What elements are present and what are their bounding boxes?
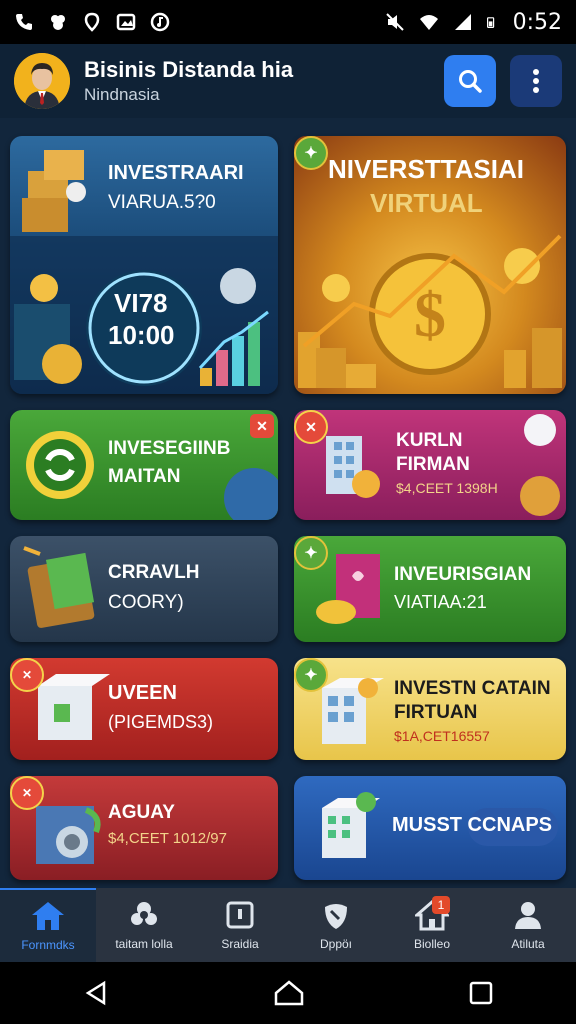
recents-icon[interactable] xyxy=(468,980,494,1006)
nav-item-atiluta[interactable]: Atiluta xyxy=(480,888,576,962)
app-subtitle: Nindnasia xyxy=(84,85,160,104)
home-nav-icon[interactable] xyxy=(274,979,304,1007)
nav-notification-badge: 1 xyxy=(432,896,450,914)
cycle-coin-icon xyxy=(26,431,278,520)
avatar-portrait-icon xyxy=(14,53,70,109)
nav-label-atiluta: Atiluta xyxy=(511,937,545,951)
nav-label-dppoi: Dppöı xyxy=(319,937,353,951)
music-icon xyxy=(150,12,170,32)
nav-label-home: Fornmdks xyxy=(21,938,75,952)
status-bar: 0:52 xyxy=(0,0,576,44)
nav-item-taitam[interactable]: taitam lolla xyxy=(96,888,192,962)
card-musst-title: MUSST CCNAPS xyxy=(392,814,553,836)
search-icon xyxy=(459,70,482,93)
nav-label-biolleo: Biolleo xyxy=(413,937,451,951)
system-nav-bar xyxy=(0,962,576,1024)
card-aguay-amount: $4,CEET 1012/97 xyxy=(108,830,227,847)
safe-icon xyxy=(36,806,101,864)
card-invesegiinb[interactable]: ✕ INVESEGIINB MAITAN xyxy=(10,410,278,520)
card-invesegiinb-close[interactable]: ✕ xyxy=(250,414,274,438)
card-uveen-subtitle: (PIGEMDS3) xyxy=(108,712,214,732)
notebook-icon xyxy=(23,546,95,628)
nav-label-sraidia: Sraidia xyxy=(221,937,259,951)
card-crravlh-subtitle: COORY) xyxy=(108,592,184,613)
gear-cluster-icon xyxy=(131,902,157,925)
card-aguay-badge: ✕ xyxy=(10,776,44,810)
home-icon xyxy=(32,902,64,930)
card-kurln-badge: ✕ xyxy=(294,410,328,444)
card-investn-subtitle: FIRTUAN xyxy=(394,702,478,723)
app-header: Bisinis Distanda hia Nindnasia xyxy=(0,44,576,118)
card-kurln-amount: $4,CEET 1398H xyxy=(396,480,498,496)
image-icon xyxy=(116,13,136,31)
card-inveurisgian-subtitle: VIATIAA:21 xyxy=(394,592,487,612)
card-investn-amount: $1A,CET16557 xyxy=(394,728,490,744)
signal-icon xyxy=(454,14,471,30)
status-right: 0:52 xyxy=(385,10,562,35)
card-investn-badge: ✦ xyxy=(294,658,328,692)
header-titles: Bisinis Distanda hia Nindnasia xyxy=(84,57,430,105)
card-uveen-badge: ✕ xyxy=(10,658,44,692)
phone-icon xyxy=(16,14,32,30)
card-crravlh-title: CRRAVLH xyxy=(108,562,200,583)
card-invesegiinb-title: INVESEGIINB xyxy=(108,438,231,459)
card-niverst-badge: ✦ xyxy=(294,136,328,170)
card-investraari[interactable]: INVESTRAARI VIARUA.5?0 VI78 10:00 xyxy=(10,136,278,394)
wifi-icon xyxy=(419,15,438,30)
location-icon xyxy=(84,12,100,32)
card-crravlh[interactable]: CRRAVLH COORY) xyxy=(10,536,278,642)
battery-icon xyxy=(486,17,494,28)
nav-item-home[interactable]: Fornmdks xyxy=(0,888,96,962)
card-invesegiinb-subtitle: MAITAN xyxy=(108,466,181,487)
mute-icon xyxy=(385,13,404,31)
gift-box-coin-icon xyxy=(316,554,380,624)
app-title: Bisinis Distanda hia xyxy=(84,57,294,82)
card-inveurisgian-title: INVEURISGIAN xyxy=(394,564,532,585)
card-musst[interactable]: MUSST CCNAPS xyxy=(294,776,566,880)
card-investraari-center-top: VI78 xyxy=(114,288,168,318)
card-kurln-title: KURLN xyxy=(396,430,463,451)
status-time: 0:52 xyxy=(512,9,562,35)
card-investn-title: INVESTN CATAIN xyxy=(394,678,551,699)
bottom-nav: Fornmdks taitam lolla Sraidia Dppöı 1 Bi… xyxy=(0,888,576,962)
leaf-shield-icon xyxy=(325,904,347,929)
card-aguay-title: AGUAY xyxy=(108,802,175,823)
nav-item-dppoi[interactable]: Dppöı xyxy=(288,888,384,962)
user-icon xyxy=(515,902,541,929)
app-notification-icon xyxy=(51,15,65,30)
card-niverst[interactable]: $ ✦ NIVERSTTASIAI VIRTUAL xyxy=(294,136,566,394)
status-left xyxy=(14,12,170,32)
more-vertical-icon xyxy=(533,69,539,93)
avatar[interactable] xyxy=(14,53,70,109)
card-aguay[interactable]: ✕ AGUAY $4,CEET 1012/97 xyxy=(10,776,278,880)
card-investn[interactable]: ✦ INVESTN CATAIN FIRTUAN $1A,CET16557 xyxy=(294,658,566,760)
card-inveurisgian-badge: ✦ xyxy=(294,536,328,570)
back-icon[interactable] xyxy=(82,979,110,1007)
card-grid: INVESTRAARI VIARUA.5?0 VI78 10:00 $ ✦ NI… xyxy=(0,118,576,888)
nav-item-biolleo[interactable]: 1 Biolleo xyxy=(384,888,480,962)
id-badge-icon xyxy=(226,901,254,929)
card-kurln[interactable]: ✕ KURLN FIRMAN $4,CEET 1398H xyxy=(294,410,566,520)
search-button[interactable] xyxy=(444,55,496,107)
card-niverst-subtitle: VIRTUAL xyxy=(370,188,483,218)
card-investraari-value: VIARUA.5?0 xyxy=(108,192,216,213)
nav-item-sraidia[interactable]: Sraidia xyxy=(192,888,288,962)
card-inveurisgian[interactable]: ✦ INVEURISGIAN VIATIAA:21 xyxy=(294,536,566,642)
card-kurln-subtitle: FIRMAN xyxy=(396,454,470,475)
more-options-button[interactable] xyxy=(510,55,562,107)
box-icon xyxy=(38,674,110,740)
card-uveen[interactable]: ✕ UVEEN (PIGEMDS3) xyxy=(10,658,278,760)
card-investraari-title: INVESTRAARI xyxy=(108,162,244,184)
card-investraari-center-bottom: 10:00 xyxy=(108,320,175,350)
card-niverst-title: NIVERSTTASIAI xyxy=(328,154,524,184)
card-uveen-title: UVEEN xyxy=(108,682,177,704)
nav-label-taitam: taitam lolla xyxy=(115,937,173,951)
